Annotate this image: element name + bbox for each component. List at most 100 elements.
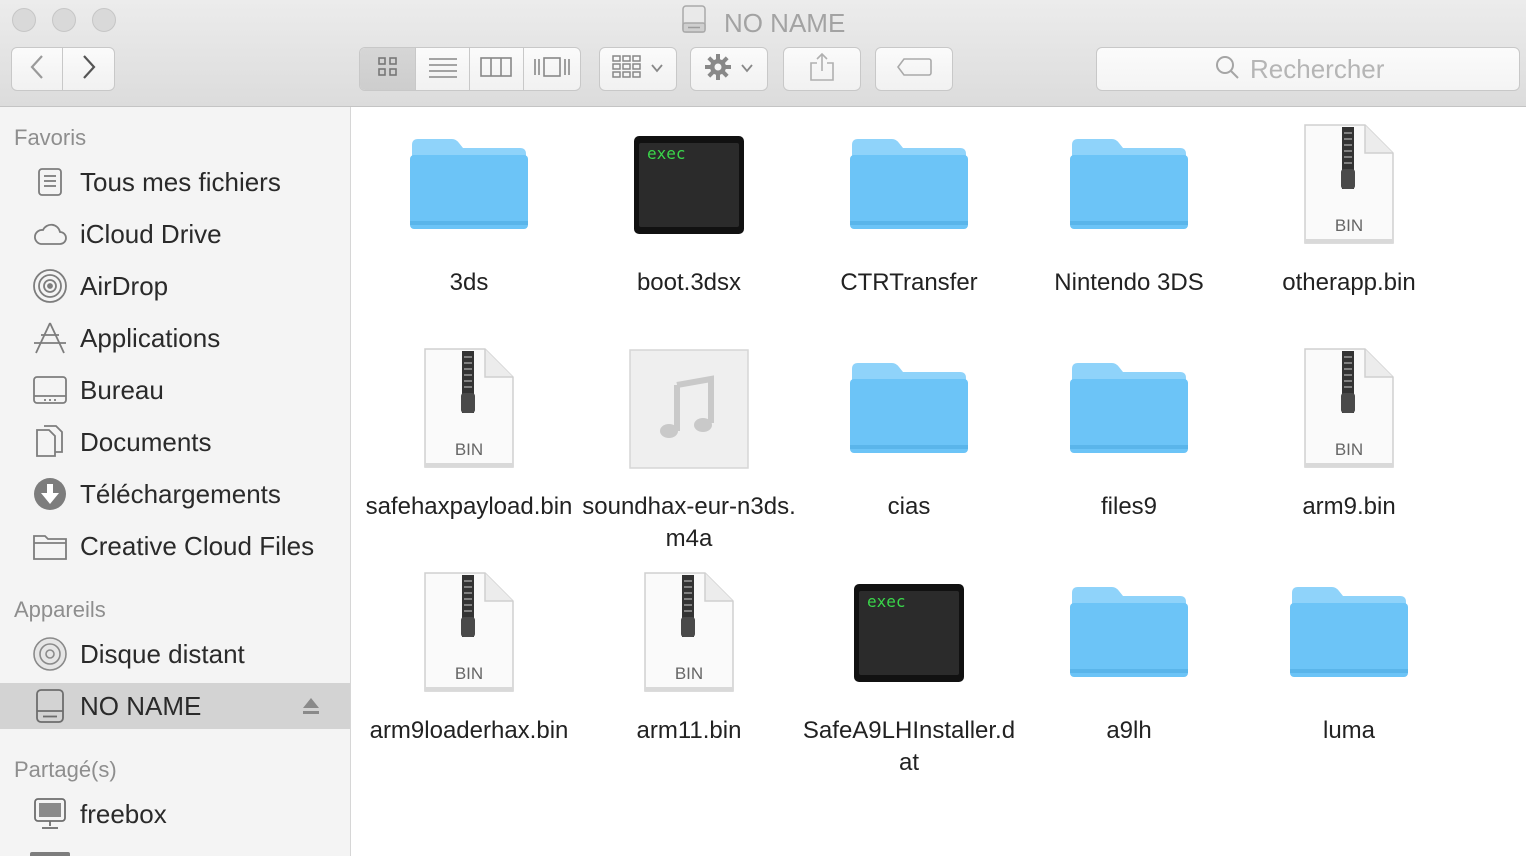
file-item[interactable]: BIN arm11.bin [579,567,799,747]
sidebar-item-documents[interactable]: Documents [0,419,350,465]
file-item[interactable]: BIN arm9loaderhax.bin [359,567,579,747]
file-name: otherapp.bin [1282,269,1416,296]
sidebar-item-airdrop[interactable]: AirDrop [0,263,350,309]
sidebar-item-tous-mes-fichiers[interactable]: Tous mes fichiers [0,159,350,205]
folder-icon [799,119,1019,251]
window-title: NO NAME [0,4,1526,38]
folder-icon [799,343,1019,475]
bin-archive-icon: BIN [579,567,799,699]
sidebar-item-no-name[interactable]: NO NAME [0,683,350,729]
sidebar-item-partial [30,852,70,856]
sidebar-item-label: Applications [80,322,221,353]
tag-icon [896,57,932,82]
file-item[interactable]: 3ds [359,119,579,299]
coverflow-view-button[interactable] [524,48,580,90]
column-view-button[interactable] [470,48,524,90]
sidebar-item-label: Bureau [80,374,164,405]
file-name: arm9loaderhax.bin [369,717,569,744]
share-icon [809,52,835,87]
file-item[interactable]: files9 [1019,343,1239,523]
sidebar-item-label: Disque distant [80,638,245,669]
file-item[interactable]: exec SafeA9LHInstaller.dat [799,567,1019,779]
sidebar-section-appareils: Appareils [14,597,106,622]
documents-icon [30,422,70,462]
file-item[interactable]: a9lh [1019,567,1239,747]
share-button[interactable] [783,47,861,91]
arrange-button[interactable] [599,47,677,91]
search-icon [1214,54,1240,85]
file-item[interactable]: luma [1239,567,1459,747]
list-view-button[interactable] [416,48,470,90]
search-field[interactable] [1096,47,1520,91]
file-name: luma [1322,717,1376,744]
file-name: CTRTransfer [840,269,978,296]
file-item[interactable]: soundhax-eur-n3ds.m4a [579,343,799,555]
sidebar-item-label: Téléchargements [80,478,281,509]
search-input[interactable] [1248,52,1402,86]
file-name: files9 [1100,493,1158,520]
file-item[interactable]: cias [799,343,1019,523]
sidebar-item-label: freebox [80,798,167,829]
coverflow-view-icon [533,56,571,83]
folder-icon [1019,567,1239,699]
svg-text:BIN: BIN [675,664,703,683]
file-name: boot.3dsx [636,269,742,296]
file-name: a9lh [1106,717,1152,744]
sidebar-item-icloud-drive[interactable]: iCloud Drive [0,211,350,257]
chevron-left-icon [29,54,45,85]
external-disk-icon [30,686,70,726]
file-item[interactable]: BIN safehaxpayload.bin [359,343,579,523]
file-name: arm9.bin [1302,493,1396,520]
chevron-right-icon [81,54,97,85]
airdrop-icon [30,266,70,306]
sidebar-item-applications[interactable]: Applications [0,315,350,361]
exec-file-icon: exec [799,567,1019,699]
sidebar-item-bureau[interactable]: Bureau [0,367,350,413]
sidebar: Favoris Tous mes fichiers iCloud Drive A… [0,107,351,856]
file-item[interactable]: Nintendo 3DS [1019,119,1239,299]
forward-button[interactable] [63,48,114,90]
sidebar-item-label: Documents [80,426,212,457]
icon-view-icon [377,56,399,83]
sidebar-item-telechargements[interactable]: Téléchargements [0,471,350,517]
svg-text:exec: exec [647,144,686,163]
svg-text:BIN: BIN [1335,216,1363,235]
sidebar-item-creative-cloud-files[interactable]: Creative Cloud Files [0,523,350,569]
svg-text:exec: exec [867,592,906,611]
back-button[interactable] [12,48,64,90]
file-name: Nintendo 3DS [1054,269,1204,296]
bin-archive-icon: BIN [1239,343,1459,475]
sidebar-item-label: iCloud Drive [80,218,222,249]
view-mode-selector [359,47,581,91]
chevron-down-icon [650,60,664,78]
tag-button[interactable] [875,47,953,91]
svg-text:BIN: BIN [1335,440,1363,459]
icon-view-button[interactable] [360,48,417,90]
file-item[interactable]: exec boot.3dsx [579,119,799,299]
action-button[interactable] [690,47,768,91]
bin-archive-icon: BIN [359,343,579,475]
folder-icon [1239,567,1459,699]
folder-icon [359,119,579,251]
eject-icon[interactable] [302,697,320,720]
file-item[interactable]: BIN arm9.bin [1239,343,1459,523]
window-title-text: NO NAME [723,8,846,39]
sidebar-item-label: NO NAME [80,690,202,721]
svg-text:BIN: BIN [455,440,483,459]
folder-icon [1019,119,1239,251]
sidebar-item-label: Tous mes fichiers [80,166,281,197]
file-item[interactable]: BIN otherapp.bin [1239,119,1459,299]
sidebar-item-label: AirDrop [80,270,169,301]
sidebar-section-partages: Partagé(s) [14,757,117,782]
folder-icon [1019,343,1239,475]
list-view-icon [428,56,458,83]
sidebar-item-freebox[interactable]: freebox [0,791,350,837]
folder-icon [30,526,70,566]
title-bar: NO NAME [0,0,1526,107]
sidebar-item-disque-distant[interactable]: Disque distant [0,631,350,677]
navigation-buttons [11,47,115,91]
file-item[interactable]: CTRTransfer [799,119,1019,299]
disc-icon [30,634,70,674]
audio-file-icon [579,343,799,475]
file-name: safehaxpayload.bin [365,493,573,520]
